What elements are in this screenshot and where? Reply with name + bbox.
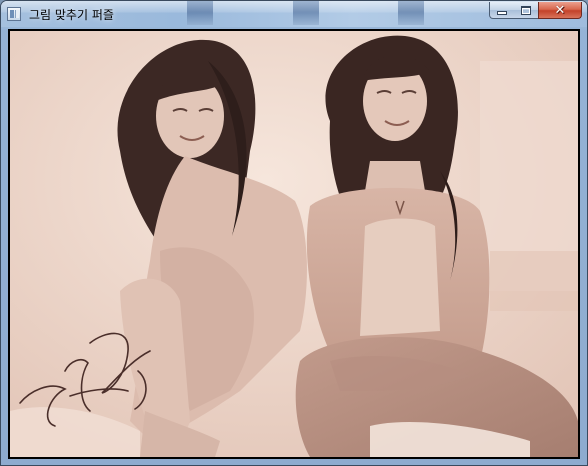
taskbar-thumbnail-icon <box>398 1 424 25</box>
minimize-button[interactable] <box>489 2 515 19</box>
window-title: 그림 맞추기 퍼즐 <box>29 8 114 22</box>
title-bar[interactable]: 그림 맞추기 퍼즐 ✕ <box>1 1 587 27</box>
puzzle-board[interactable] <box>8 29 580 459</box>
puzzle-image[interactable] <box>10 31 578 457</box>
maximize-icon <box>521 5 531 15</box>
minimize-icon <box>497 11 507 15</box>
close-button[interactable]: ✕ <box>538 2 582 19</box>
maximize-button[interactable] <box>514 2 539 19</box>
close-icon: ✕ <box>554 2 566 18</box>
app-window: 그림 맞추기 퍼즐 ✕ <box>0 0 588 466</box>
taskbar-thumbnail-icon <box>293 1 319 25</box>
taskbar-thumbnail-icon <box>187 1 213 25</box>
app-icon[interactable] <box>7 7 21 21</box>
